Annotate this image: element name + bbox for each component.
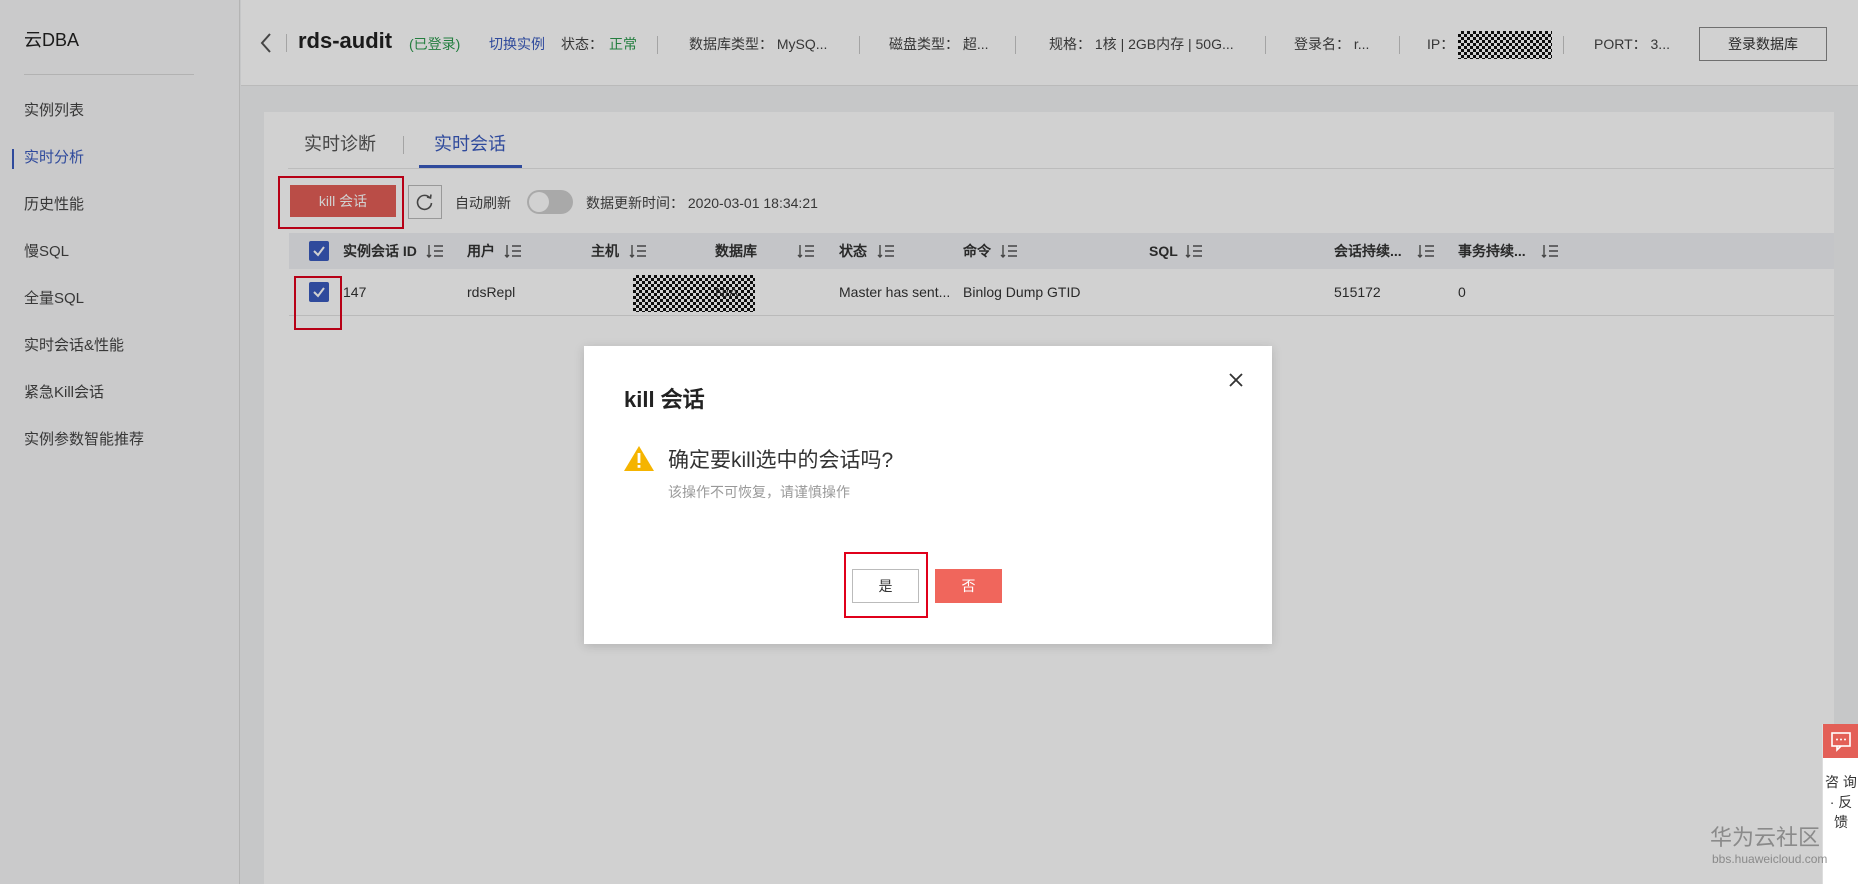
dialog-title: kill 会话 — [624, 387, 705, 412]
close-icon[interactable] — [1226, 370, 1246, 390]
consult-label[interactable]: 咨 询 · 反 馈 — [1823, 772, 1858, 832]
highlight-box — [844, 552, 928, 618]
watermark: 华为云社区 — [1710, 825, 1821, 850]
dialog-submessage: 该操作不可恢复，请谨慎操作 — [668, 484, 850, 500]
watermark-url: bbs.huaweicloud.com — [1712, 852, 1828, 866]
chat-icon[interactable] — [1823, 724, 1858, 758]
confirm-no-button[interactable]: 否 — [935, 569, 1002, 603]
dialog-message: 确定要kill选中的会话吗? — [668, 449, 894, 472]
warning-icon — [623, 444, 655, 472]
kill-session-dialog: kill 会话 确定要kill选中的会话吗? 该操作不可恢复，请谨慎操作 是 否 — [584, 346, 1272, 644]
